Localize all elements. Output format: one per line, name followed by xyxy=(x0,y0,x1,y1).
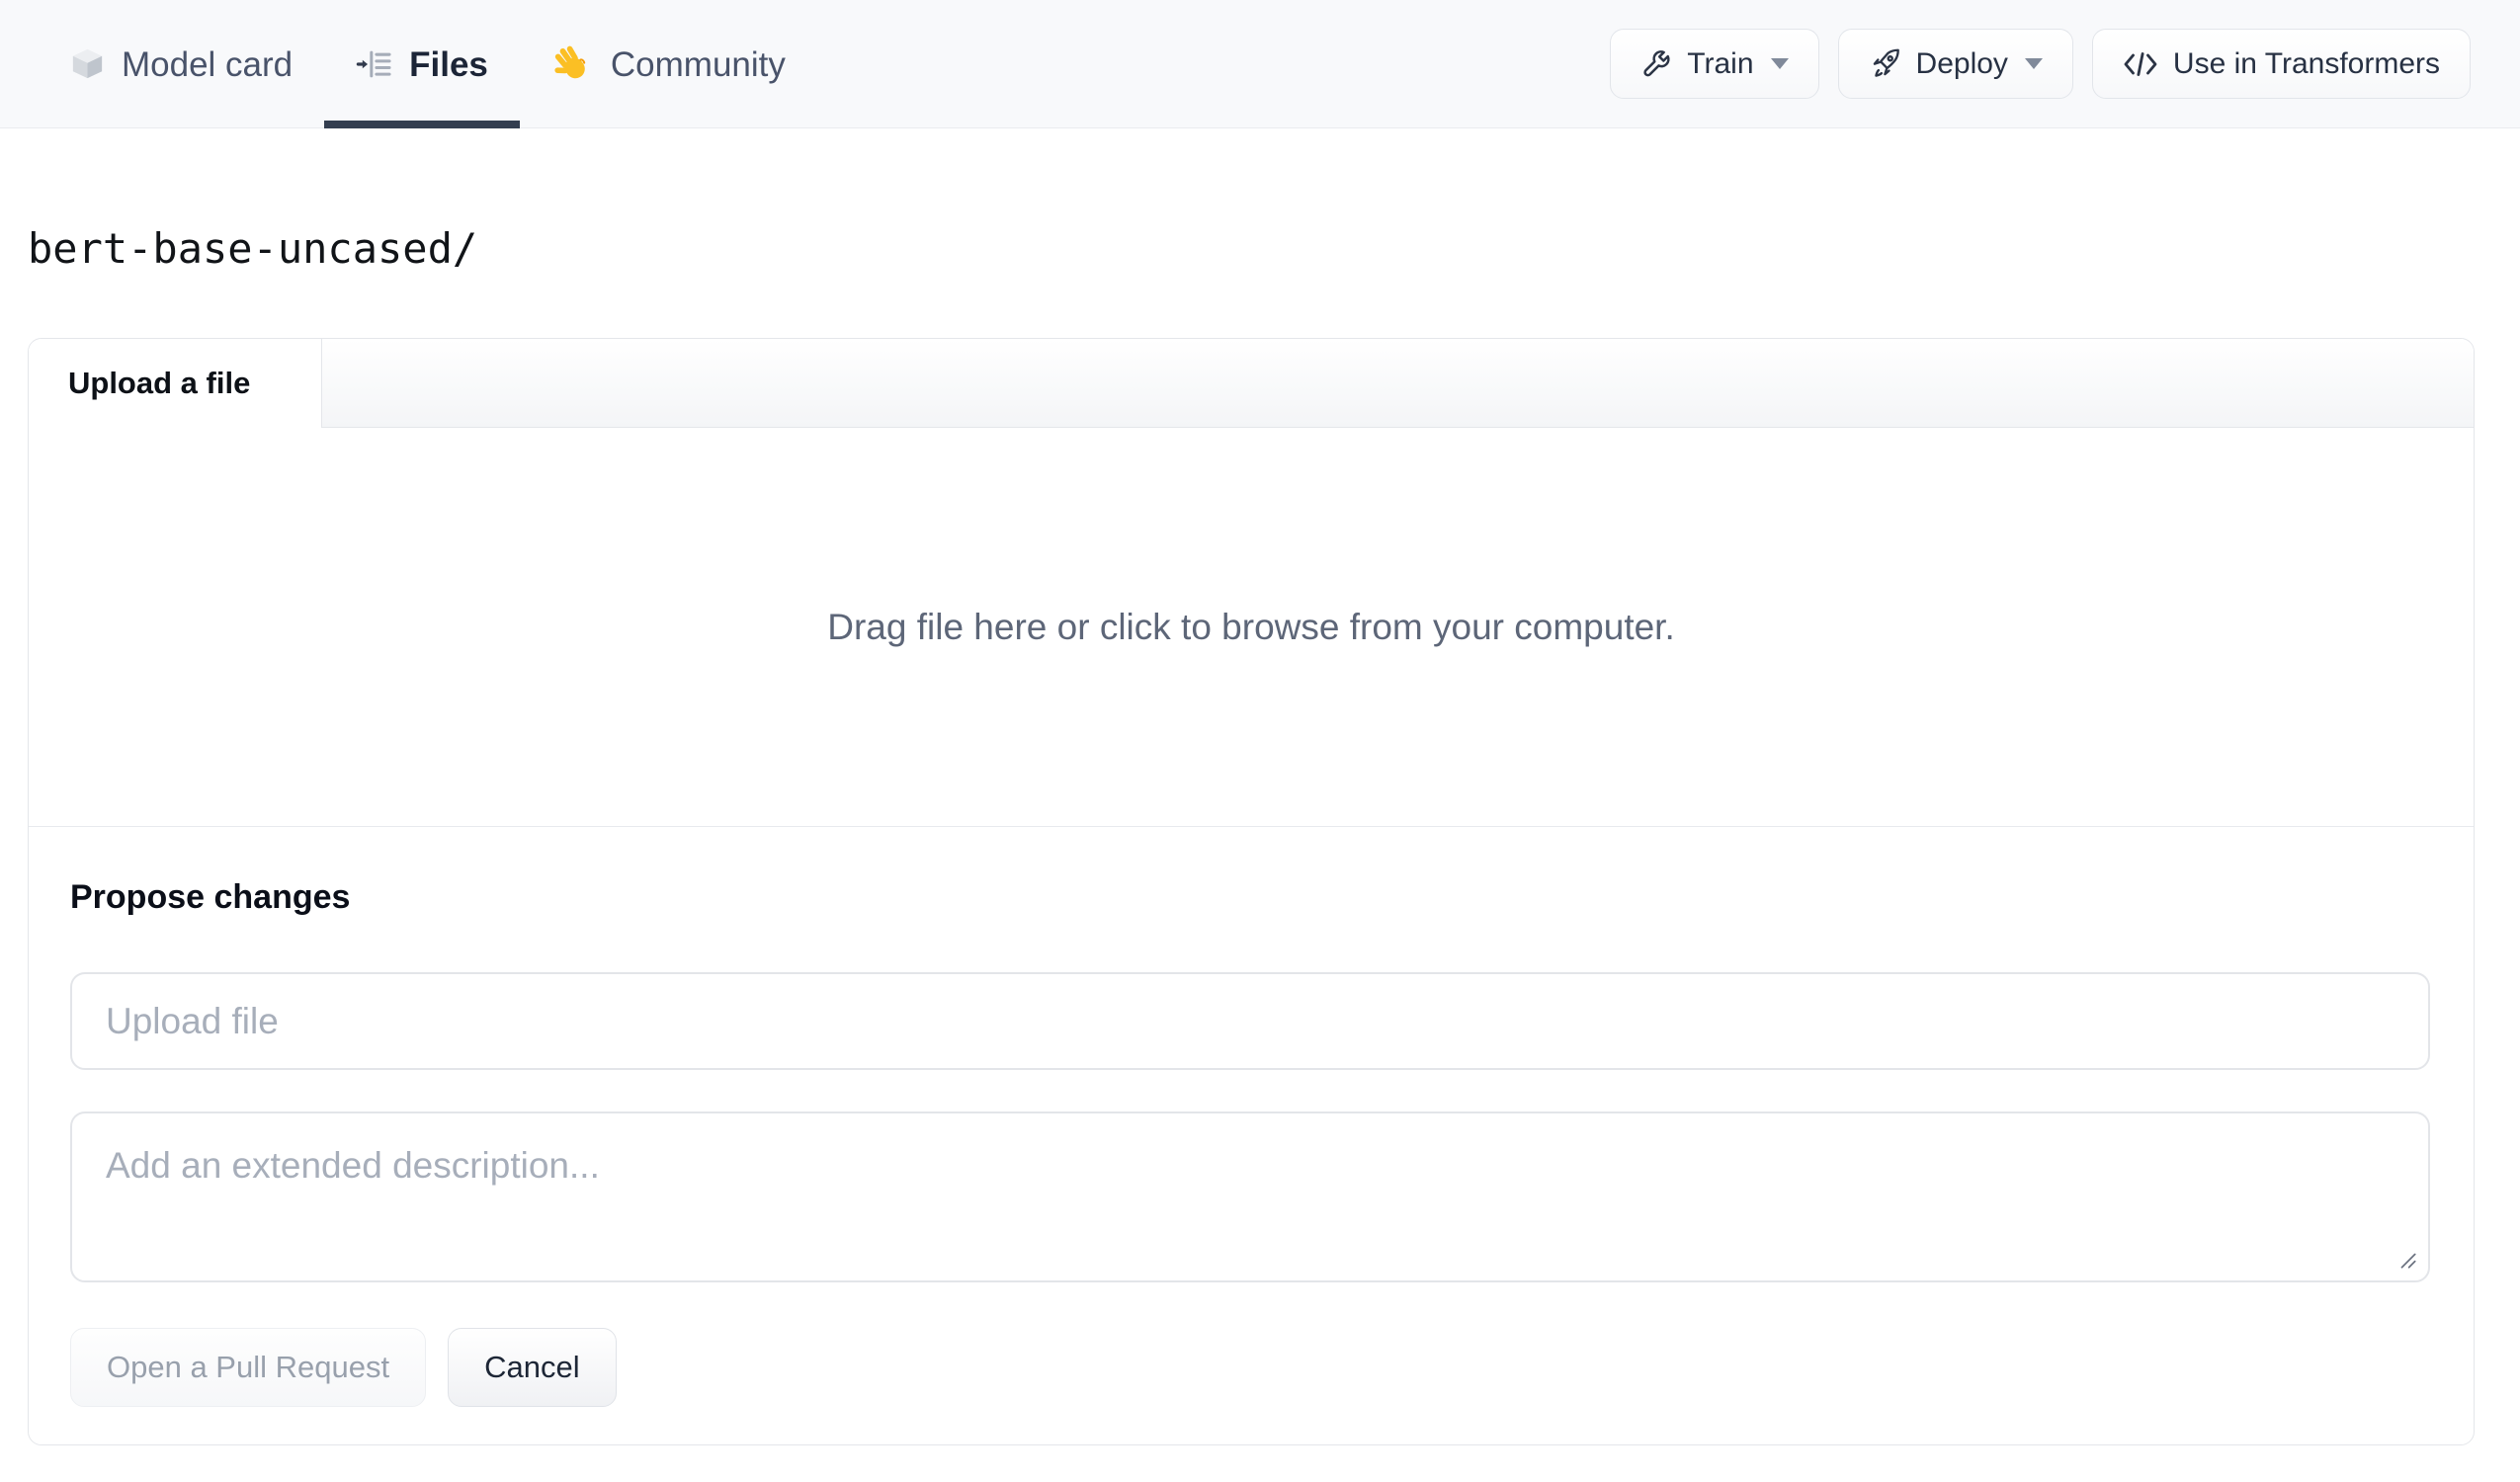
cube-icon xyxy=(69,45,106,82)
upload-panel: Upload a file Drag file here or click to… xyxy=(28,338,2475,1446)
chevron-down-icon xyxy=(1770,58,1789,69)
description-textarea-wrap xyxy=(70,1112,2430,1283)
propose-changes-heading: Propose changes xyxy=(70,878,351,917)
cancel-button[interactable]: Cancel xyxy=(448,1328,617,1408)
tab-upload-a-file-label: Upload a file xyxy=(68,366,251,401)
tab-model-card[interactable]: Model card xyxy=(38,0,324,127)
use-in-transformers-label: Use in Transformers xyxy=(2172,46,2440,80)
breadcrumb-path[interactable]: bert-base-uncased/ xyxy=(28,224,477,273)
propose-actions-row: Open a Pull Request Cancel xyxy=(70,1328,2430,1408)
breadcrumb: bert-base-uncased/ xyxy=(28,224,2520,273)
repo-nav-tabs: Model card Files Community xyxy=(38,0,817,128)
chevron-down-icon xyxy=(2024,58,2043,69)
upload-filename-input[interactable] xyxy=(70,972,2430,1071)
header-actions: Train Deploy Use in Transformers xyxy=(1610,0,2471,127)
dropzone-hint-text: Drag file here or click to browse from y… xyxy=(827,606,1675,647)
propose-changes-section: Propose changes Open a Pull Request Canc… xyxy=(29,827,2474,1444)
tab-community-label: Community xyxy=(610,45,786,84)
rocket-icon xyxy=(1869,47,1901,80)
files-list-icon xyxy=(356,45,393,83)
tab-model-card-label: Model card xyxy=(122,45,294,84)
description-textarea[interactable] xyxy=(70,1112,2430,1283)
wrench-icon xyxy=(1640,48,1672,80)
tabbar-filler xyxy=(322,339,2474,429)
train-button[interactable]: Train xyxy=(1610,29,1819,99)
waving-hand-icon xyxy=(551,42,595,86)
use-in-transformers-button[interactable]: Use in Transformers xyxy=(2091,29,2471,99)
upload-panel-tabbar: Upload a file xyxy=(29,339,2474,429)
tab-files-label: Files xyxy=(409,45,488,84)
file-dropzone[interactable]: Drag file here or click to browse from y… xyxy=(29,428,2474,828)
open-pull-request-button[interactable]: Open a Pull Request xyxy=(70,1328,427,1408)
tab-community[interactable]: Community xyxy=(520,0,817,127)
deploy-button[interactable]: Deploy xyxy=(1837,29,2073,99)
repo-header: Model card Files Community Train Deploy … xyxy=(0,0,2520,128)
train-button-label: Train xyxy=(1687,46,1754,80)
deploy-button-label: Deploy xyxy=(1915,46,2008,80)
tab-files[interactable]: Files xyxy=(324,0,520,128)
tab-upload-a-file[interactable]: Upload a file xyxy=(29,339,322,429)
code-icon xyxy=(2123,49,2158,79)
